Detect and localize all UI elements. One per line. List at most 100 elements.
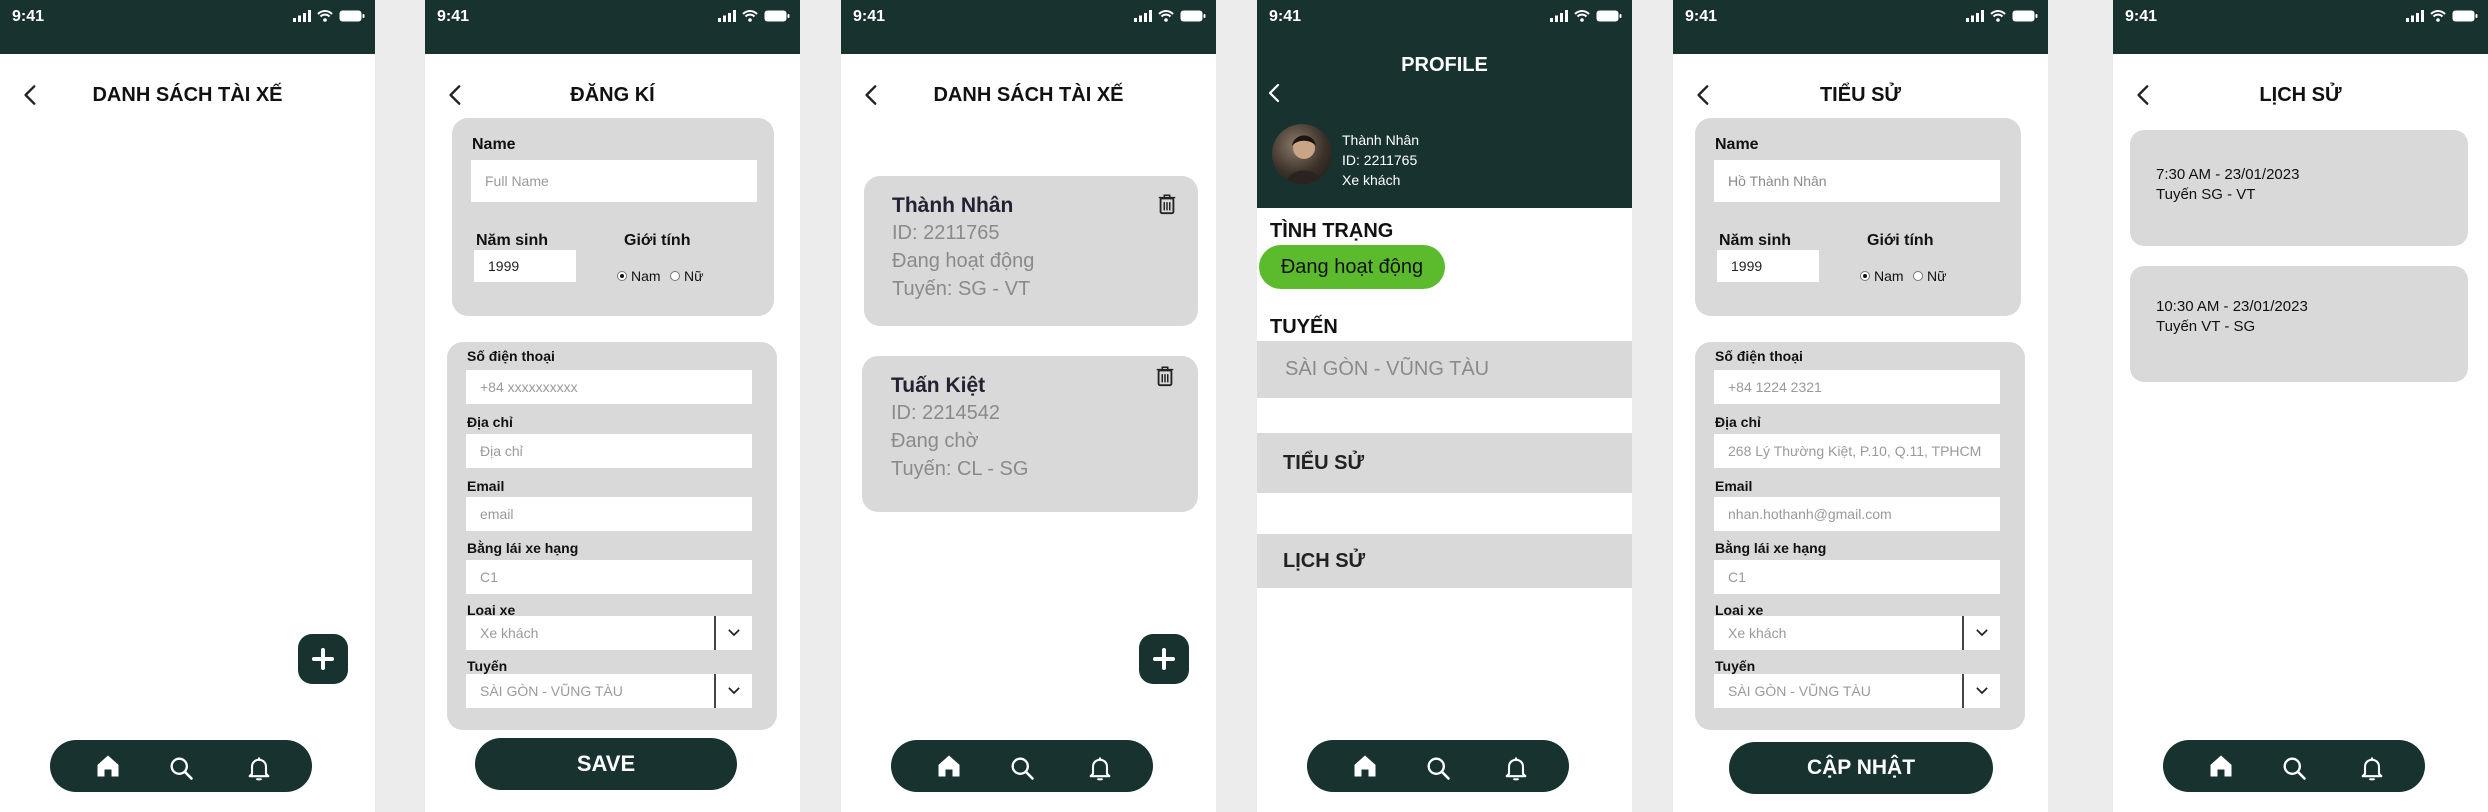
trash-icon[interactable]: [1156, 192, 1178, 216]
dob-input[interactable]: 1999: [474, 250, 576, 282]
route-select[interactable]: SÀI GÒN - VŨNG TÀU: [1714, 674, 2000, 708]
radio-selected-icon: [1860, 271, 1870, 281]
screen-profile: 9:41 PROFILE Thành Nhân ID: 2211765 Xe k…: [1257, 0, 1632, 812]
gender-female-label: Nữ: [1927, 268, 1947, 284]
dropdown-toggle: [1962, 674, 2000, 708]
battery-icon: [2012, 10, 2038, 22]
route-select[interactable]: SÀI GÒN - VŨNG TÀU: [466, 674, 752, 708]
route-select-value: SÀI GÒN - VŨNG TÀU: [480, 683, 623, 699]
name-label: Name: [1715, 136, 1759, 153]
route-heading: TUYẾN: [1270, 316, 1338, 338]
bell-icon[interactable]: [245, 754, 273, 782]
plus-icon: [311, 647, 335, 671]
status-icons: [2406, 10, 2478, 22]
status-icons: [1966, 10, 2038, 22]
route-value: SÀI GÒN - VŨNG TÀU: [1257, 341, 1632, 398]
status-time: 9:41: [1269, 8, 1302, 25]
email-input[interactable]: nhan.hothanh@gmail.com: [1714, 497, 2000, 531]
name-input[interactable]: Hồ Thành Nhân: [1714, 160, 2000, 202]
search-icon[interactable]: [1008, 754, 1036, 782]
driver-card[interactable]: Tuấn Kiệt ID: 2214542 Đang chờ Tuyến: CL…: [862, 356, 1198, 512]
gender-male-radio[interactable]: Nam: [617, 268, 661, 284]
battery-icon: [339, 10, 365, 22]
history-entry[interactable]: 10:30 AM - 23/01/2023 Tuyến VT - SG: [2130, 266, 2468, 382]
basic-info-panel: Name Full Name Năm sinh 1999 Giới tính N…: [452, 118, 774, 316]
email-input[interactable]: email: [466, 497, 752, 531]
bell-icon[interactable]: [1502, 754, 1530, 782]
signal-icon: [1550, 10, 1568, 22]
email-label: Email: [1715, 478, 1753, 494]
phone-input[interactable]: +84 1224 2321: [1714, 370, 2000, 404]
screen-bio: 9:41 TIỂU SỬ Name Hồ Thành Nhân Năm sinh…: [1673, 0, 2048, 812]
home-icon[interactable]: [1351, 752, 1379, 780]
history-route: Tuyến SG - VT: [2156, 186, 2256, 203]
wifi-icon: [1158, 10, 1174, 22]
trash-icon[interactable]: [1154, 364, 1176, 388]
battery-icon: [1180, 10, 1206, 22]
contact-info-panel: Số điện thoại +84 1224 2321 Địa chỉ 268 …: [1695, 342, 2025, 730]
driver-card[interactable]: Thành Nhân ID: 2211765 Đang hoạt động Tu…: [864, 176, 1198, 326]
battery-icon: [764, 10, 790, 22]
save-button[interactable]: SAVE: [475, 738, 737, 790]
address-label: Địa chỉ: [467, 414, 513, 430]
status-heading: TÌNH TRẠNG: [1270, 220, 1394, 242]
bottom-nav: [50, 740, 312, 792]
vehicle-select-value: Xe khách: [480, 625, 539, 641]
status-bar: 9:41: [841, 0, 1216, 54]
license-input[interactable]: C1: [466, 560, 752, 594]
update-button[interactable]: CẬP NHẬT: [1729, 742, 1993, 794]
gender-male-radio[interactable]: Nam: [1860, 268, 1904, 284]
add-driver-button[interactable]: [1139, 634, 1189, 684]
gender-female-radio[interactable]: Nữ: [670, 268, 703, 284]
add-driver-button[interactable]: [298, 634, 348, 684]
page-title: ĐĂNG KÍ: [570, 84, 655, 106]
home-icon[interactable]: [2207, 752, 2235, 780]
status-time: 9:41: [2125, 8, 2158, 25]
route-label: Tuyến: [1715, 658, 1756, 674]
avatar-person-icon: [1286, 135, 1322, 184]
search-icon[interactable]: [1424, 754, 1452, 782]
license-input[interactable]: C1: [1714, 560, 2000, 594]
dropdown-toggle: [714, 674, 752, 708]
driver-id: ID: 2211765: [892, 222, 1000, 244]
address-input[interactable]: 268 Lý Thường Kiệt, P.10, Q.11, TPHCM: [1714, 434, 2000, 468]
bell-icon[interactable]: [1086, 754, 1114, 782]
gender-female-radio[interactable]: Nữ: [1913, 268, 1946, 284]
bottom-nav: [1307, 740, 1569, 792]
history-link[interactable]: LỊCH SỬ: [1257, 534, 1632, 588]
vehicle-select[interactable]: Xe khách: [1714, 616, 2000, 650]
route-label: Tuyến: [467, 658, 508, 674]
page-title: PROFILE: [1401, 54, 1488, 76]
gender-label: Giới tính: [1867, 232, 1934, 249]
chevron-left-icon[interactable]: [1263, 80, 1287, 106]
bio-link[interactable]: TIỂU SỬ: [1257, 433, 1632, 493]
gender-male-label: Nam: [631, 268, 661, 284]
status-bar: 9:41: [425, 0, 800, 54]
history-route: Tuyến VT - SG: [2156, 318, 2256, 335]
search-icon[interactable]: [2280, 754, 2308, 782]
dob-label: Năm sinh: [476, 232, 549, 249]
gender-label: Giới tính: [624, 232, 691, 249]
gender-female-label: Nữ: [684, 268, 704, 284]
signal-icon: [1134, 10, 1152, 22]
driver-name: Thành Nhân: [892, 194, 1014, 217]
signal-icon: [718, 10, 736, 22]
status-bar: 9:41: [1257, 0, 1632, 54]
home-icon[interactable]: [94, 752, 122, 780]
home-icon[interactable]: [935, 752, 963, 780]
phone-label: Số điện thoại: [1715, 348, 1803, 364]
search-icon[interactable]: [167, 754, 195, 782]
profile-id: ID: 2211765: [1342, 152, 1418, 168]
dropdown-toggle: [714, 616, 752, 650]
history-entry[interactable]: 7:30 AM - 23/01/2023 Tuyến SG - VT: [2130, 130, 2468, 246]
dob-input[interactable]: 1999: [1717, 250, 1819, 282]
address-input[interactable]: Địa chỉ: [466, 434, 752, 468]
vehicle-select[interactable]: Xe khách: [466, 616, 752, 650]
driver-status: Đang hoạt động: [892, 250, 1035, 272]
wifi-icon: [742, 10, 758, 22]
name-input[interactable]: Full Name: [471, 160, 757, 202]
route-select-value: SÀI GÒN - VŨNG TÀU: [1728, 683, 1871, 699]
history-time: 10:30 AM - 23/01/2023: [2156, 298, 2308, 315]
phone-input[interactable]: +84 xxxxxxxxxx: [466, 370, 752, 404]
bell-icon[interactable]: [2358, 754, 2386, 782]
